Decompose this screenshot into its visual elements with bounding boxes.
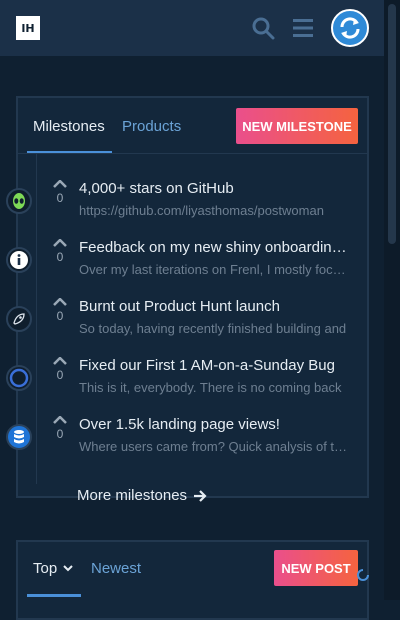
ring-icon [6, 365, 32, 391]
vote-count: 0 [56, 309, 64, 323]
upvote-button[interactable]: 0 [52, 298, 68, 332]
vote-count: 0 [56, 427, 64, 441]
new-milestone-button[interactable]: NEW MILESTONE [236, 108, 358, 144]
vote-count: 0 [56, 250, 64, 264]
active-tab-indicator [27, 594, 81, 597]
tabs-divider [18, 153, 367, 154]
milestone-item[interactable]: 0 Burnt out Product Hunt launch So today… [6, 298, 367, 357]
arrow-right-icon [194, 489, 207, 502]
milestone-title[interactable]: Feedback on my new shiny onboarding flow [79, 239, 351, 256]
top-header: IH [0, 0, 384, 56]
more-milestones-link[interactable]: More milestones [77, 487, 207, 504]
milestone-title[interactable]: Over 1.5k landing page views! [79, 416, 351, 433]
milestone-title[interactable]: Burnt out Product Hunt launch [79, 298, 351, 315]
page-scrollbar[interactable] [384, 0, 400, 600]
upvote-arrow-icon [53, 298, 67, 306]
milestone-item[interactable]: 0 Over 1.5k landing page views! Where us… [6, 416, 367, 475]
vote-count: 0 [56, 191, 64, 205]
hamburger-menu-icon[interactable] [291, 16, 315, 40]
indiehackers-logo[interactable]: IH [16, 16, 40, 40]
posts-card: Top Newest NEW POST [16, 540, 369, 620]
tab-products[interactable]: Products [122, 118, 181, 135]
milestone-item[interactable]: 0 Fixed our First 1 AM-on-a-Sunday Bug T… [6, 357, 367, 416]
milestone-title[interactable]: Fixed our First 1 AM-on-a-Sunday Bug [79, 357, 351, 374]
chevron-down-icon [63, 565, 73, 572]
milestones-card: Milestones Products NEW MILESTONE 0 4,00… [6, 96, 369, 504]
upvote-arrow-icon [53, 239, 67, 247]
search-icon[interactable] [251, 16, 275, 40]
milestone-description: https://github.com/liyasthomas/postwoman [79, 203, 324, 218]
upvote-arrow-icon [53, 416, 67, 424]
vote-count: 0 [56, 368, 64, 382]
tab-milestones[interactable]: Milestones [33, 118, 105, 135]
milestone-item[interactable]: 0 Feedback on my new shiny onboarding fl… [6, 239, 367, 298]
tab-newest[interactable]: Newest [91, 560, 141, 577]
upvote-button[interactable]: 0 [52, 357, 68, 391]
milestone-description: Where users came from? Quick analysis of… [79, 439, 351, 454]
new-post-button[interactable]: NEW POST [274, 550, 358, 586]
milestone-description: Over my last iterations on Frenl, I most… [79, 262, 351, 277]
database-icon [6, 424, 32, 450]
upvote-button[interactable]: 0 [52, 180, 68, 214]
milestone-item[interactable]: 0 4,000+ stars on GitHub https://github.… [6, 180, 367, 239]
sync-icon [340, 17, 360, 39]
milestone-description: So today, having recently finished build… [79, 321, 347, 336]
alien-icon [6, 188, 32, 214]
milestone-description: This is it, everybody. There is no comin… [79, 380, 342, 395]
tab-top[interactable]: Top [33, 560, 73, 577]
upvote-button[interactable]: 0 [52, 239, 68, 273]
tab-top-label: Top [33, 560, 58, 577]
milestone-title[interactable]: 4,000+ stars on GitHub [79, 180, 351, 197]
user-avatar[interactable] [331, 9, 369, 47]
loading-spinner-icon [357, 569, 369, 581]
rocket-icon [6, 306, 32, 332]
scrollbar-thumb[interactable] [388, 4, 396, 244]
info-icon [6, 247, 32, 273]
more-milestones-label: More milestones [77, 487, 188, 504]
upvote-arrow-icon [53, 180, 67, 188]
upvote-button[interactable]: 0 [52, 416, 68, 450]
upvote-arrow-icon [53, 357, 67, 365]
